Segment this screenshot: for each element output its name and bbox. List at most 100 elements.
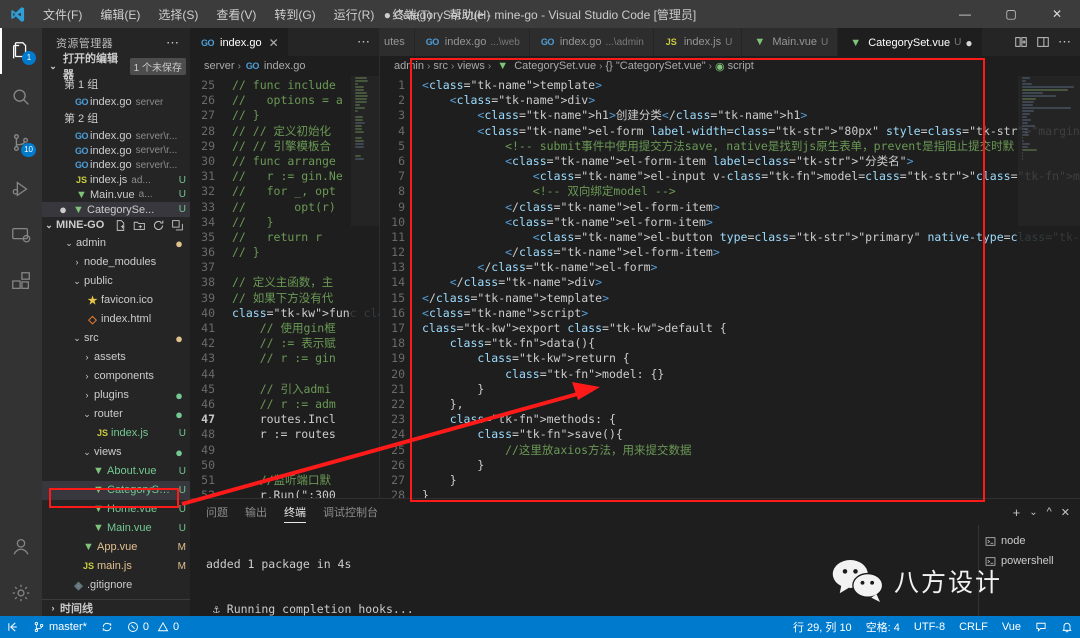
menu-edit[interactable]: 编辑(E) — [91, 3, 149, 26]
breadcrumb-segment[interactable]: server — [204, 60, 235, 72]
tab-index-go-left[interactable]: GO index.go ✕ — [190, 28, 289, 56]
status-sync[interactable] — [94, 616, 120, 638]
code-line[interactable]: } — [422, 458, 1080, 473]
tree-folder-views[interactable]: ⌄ views ● — [42, 443, 190, 462]
more-actions-icon[interactable]: ⋯ — [1058, 34, 1072, 50]
breadcrumb-left[interactable]: server › GO index.go — [190, 56, 379, 76]
open-editor-item-categoryset[interactable]: ● ▼ CategorySe... U — [42, 202, 190, 217]
tree-folder-src[interactable]: ⌄ src ● — [42, 329, 190, 348]
workspace-actions[interactable] — [114, 219, 184, 232]
tab-partial-routes[interactable]: utes — [380, 28, 415, 56]
close-panel-icon[interactable]: ✕ — [1061, 506, 1070, 519]
tab-categoryset-vue[interactable]: ▼ CategorySet.vue U ● — [838, 28, 983, 56]
menu-bar[interactable]: 文件(F) 编辑(E) 选择(S) 查看(V) 转到(G) 运行(R) 终端(T… — [34, 3, 499, 26]
open-editor-item[interactable]: GO index.go server\r... — [42, 129, 190, 144]
tree-file-about-vue[interactable]: ▼ About.vue U — [42, 462, 190, 481]
menu-view[interactable]: 查看(V) — [207, 3, 265, 26]
code-editor-left[interactable]: 25 26 27 28 29 30 31 32 33 34 35 36 37 38 39 40 41 42 43 44… — [190, 76, 379, 498]
minimap-slider[interactable] — [351, 76, 379, 226]
code-line[interactable]: <class="tk-name">h1>创建分类</class="tk-name… — [422, 108, 1080, 123]
code-line[interactable]: <class="tk-name">script> — [422, 306, 1080, 321]
open-editor-item[interactable]: ▼ Main.vue a... U — [42, 188, 190, 203]
menu-run[interactable]: 运行(R) — [325, 3, 384, 26]
tab-main-vue[interactable]: ▼ Main.vue U — [742, 28, 839, 56]
terminal-list-item-node[interactable]: node — [985, 531, 1080, 551]
tree-folder-node-modules[interactable]: › node_modules — [42, 253, 190, 272]
menu-file[interactable]: 文件(F) — [34, 3, 91, 26]
menu-terminal[interactable]: 终端(T) — [383, 3, 440, 26]
breadcrumb-segment[interactable]: src — [433, 60, 448, 72]
tree-folder-components[interactable]: › components — [42, 367, 190, 386]
breadcrumb-segment[interactable]: {} "CategorySet.vue" — [605, 60, 705, 72]
status-problems[interactable]: 0 0 — [120, 616, 186, 638]
breadcrumb-segment[interactable]: views — [457, 60, 485, 72]
terminal-dropdown-icon[interactable]: ⌄ — [1029, 507, 1037, 518]
minimap-left[interactable] — [351, 76, 379, 498]
remote-explorer-icon[interactable] — [0, 212, 42, 258]
code-line[interactable]: <class="tk-name">el-form label-width=cla… — [422, 124, 1080, 139]
settings-gear-icon[interactable] — [0, 570, 42, 616]
code-line[interactable]: }, — [422, 397, 1080, 412]
run-debug-icon[interactable] — [0, 166, 42, 212]
code-line[interactable]: <class="tk-name">div> — [422, 93, 1080, 108]
status-cursor-position[interactable]: 行 29, 列 10 — [786, 616, 859, 638]
explorer-more-icon[interactable]: ⋯ — [166, 35, 180, 51]
breadcrumb-right[interactable]: admin › src › views › ▼ CategorySet.vue … — [380, 56, 1080, 76]
status-eol[interactable]: CRLF — [952, 616, 995, 638]
tree-file-favicon[interactable]: ★ favicon.ico — [42, 291, 190, 310]
search-icon[interactable] — [0, 74, 42, 120]
close-button[interactable]: ✕ — [1034, 0, 1080, 28]
code-line[interactable]: <class="tk-name">el-input v-class="tk-fn… — [422, 169, 1080, 184]
tree-folder-assets[interactable]: › assets — [42, 348, 190, 367]
workspace-header[interactable]: ⌄ MINE-GO — [42, 217, 190, 234]
open-editors-header[interactable]: ⌄ 打开的编辑器 1 个未保存 — [42, 53, 190, 81]
more-actions-icon[interactable]: ⋯ — [357, 34, 371, 50]
dirty-dot-icon[interactable]: ● — [965, 37, 972, 49]
tree-file-categoryset-vue[interactable]: ▼ CategorySet.... U — [42, 480, 190, 500]
code-line[interactable]: </class="tk-name">el-form> — [422, 260, 1080, 275]
tree-file-router-index[interactable]: JS index.js U — [42, 424, 190, 443]
open-editor-item[interactable]: GO index.go server\r... — [42, 158, 190, 173]
panel-actions[interactable]: + ⌄ ^ ✕ — [1013, 505, 1080, 520]
status-indentation[interactable]: 空格: 4 — [859, 616, 907, 638]
breadcrumb-segment[interactable]: CategorySet.vue — [514, 60, 596, 72]
accounts-icon[interactable] — [0, 524, 42, 570]
status-feedback[interactable] — [1028, 616, 1054, 638]
explorer-icon[interactable]: 1 — [0, 28, 42, 74]
code-line[interactable]: class="tk-fn">model: {} — [422, 367, 1080, 382]
tree-file-app-vue[interactable]: ▼ App.vue M — [42, 538, 190, 557]
tab-index-js[interactable]: JS index.js U — [653, 28, 743, 56]
tree-folder-router[interactable]: ⌄ router ● — [42, 405, 190, 424]
window-controls[interactable]: — ▢ ✕ — [942, 0, 1080, 28]
tab-actions-left[interactable]: ⋯ — [349, 28, 379, 56]
code-line[interactable]: class="tk-kw">return { — [422, 351, 1080, 366]
menu-goto[interactable]: 转到(G) — [265, 3, 324, 26]
panel-tab-debug-console[interactable]: 调试控制台 — [323, 499, 378, 525]
code-line[interactable]: //这里放axios方法，用来提交数据 — [422, 443, 1080, 458]
close-icon[interactable]: ✕ — [269, 37, 279, 49]
code-line[interactable]: class="tk-fn">save(){ — [422, 427, 1080, 442]
code-line[interactable]: } — [422, 488, 1080, 498]
tree-file-main-js[interactable]: JS main.js M — [42, 557, 190, 576]
code-line[interactable]: <class="tk-name">el-form-item label=clas… — [422, 154, 1080, 169]
layout-icon[interactable] — [1036, 35, 1050, 49]
code-line[interactable]: <!-- 双向绑定model --> — [422, 184, 1080, 199]
minimap-slider[interactable] — [1018, 76, 1080, 226]
maximize-panel-icon[interactable]: ^ — [1047, 506, 1052, 518]
tab-actions-right[interactable]: ⋯ — [1006, 28, 1080, 56]
tree-folder-public[interactable]: ⌄ public — [42, 272, 190, 291]
code-line[interactable]: <class="tk-name">el-button type=class="t… — [422, 230, 1080, 245]
menu-selection[interactable]: 选择(S) — [149, 3, 207, 26]
timeline-section-header[interactable]: › 时间线 — [42, 598, 190, 616]
breadcrumb-segment[interactable]: index.go — [264, 60, 306, 72]
split-editor-icon[interactable] — [1014, 35, 1028, 49]
minimap-right[interactable] — [1018, 76, 1080, 498]
code-line[interactable]: class="tk-kw">export class="tk-kw">defau… — [422, 321, 1080, 336]
tab-index-go-admin[interactable]: GO index.go ...\admin — [529, 28, 654, 56]
new-terminal-icon[interactable]: + — [1013, 505, 1021, 520]
code-line[interactable]: } — [422, 382, 1080, 397]
tree-file-main-vue[interactable]: ▼ Main.vue U — [42, 519, 190, 538]
code-content-right[interactable]: <class="tk-name">template> <class="tk-na… — [414, 78, 1080, 498]
status-encoding[interactable]: UTF-8 — [907, 616, 952, 638]
tree-file-index-html[interactable]: ◇ index.html — [42, 310, 190, 329]
